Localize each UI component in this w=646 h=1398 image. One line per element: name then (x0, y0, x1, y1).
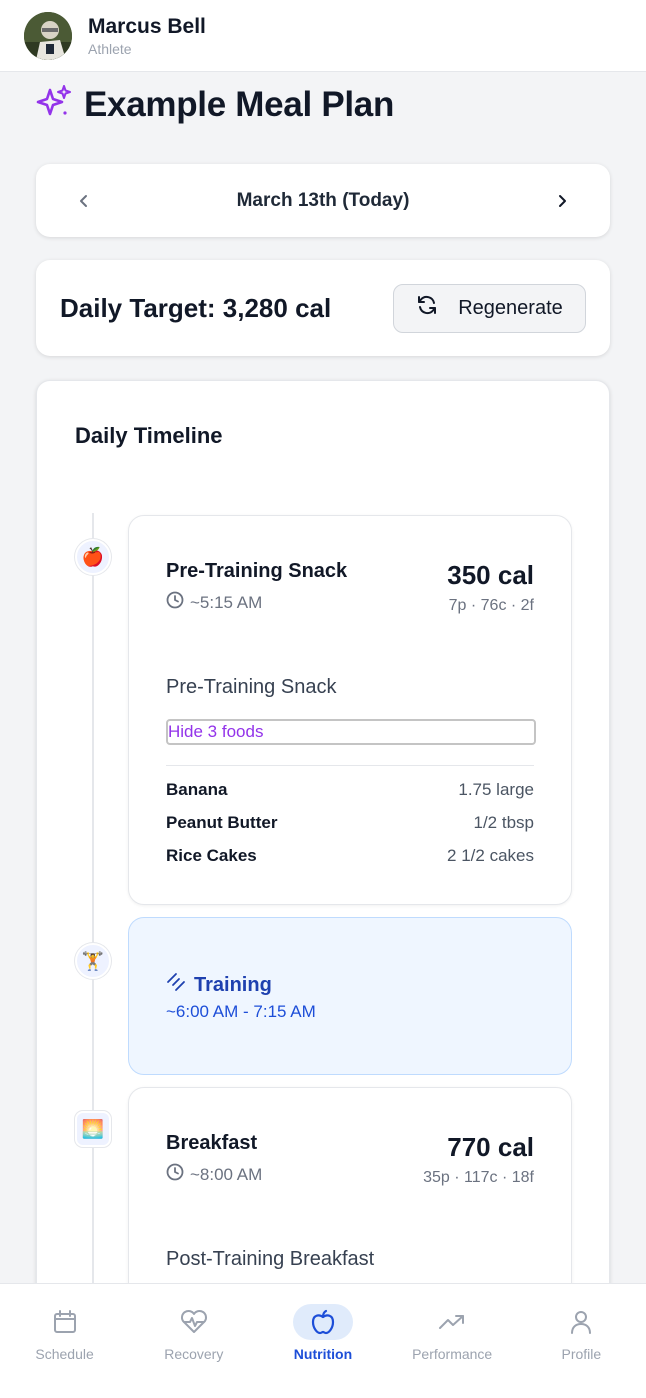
trending-up-icon (422, 1304, 482, 1340)
date-label: March 13th (Today) (236, 189, 410, 211)
nav-label: Nutrition (293, 1346, 353, 1362)
meal-subtitle: Post-Training Breakfast (166, 1248, 375, 1270)
nav-label: Schedule (35, 1346, 94, 1362)
training-card[interactable]: Training ~6:00 AM - 7:15 AM (128, 917, 572, 1075)
sunrise-icon: 🌅 (75, 1111, 111, 1147)
weightlifter-icon: 🏋️ (75, 943, 111, 979)
avatar[interactable] (24, 11, 72, 60)
page-title-row: Example Meal Plan (36, 84, 394, 125)
clock-icon (166, 591, 184, 614)
date-navigator: March 13th (Today) (36, 164, 610, 237)
dumbbell-icon (166, 972, 186, 998)
food-row: Banana 1.75 large (166, 780, 534, 799)
meal-name: Breakfast (166, 1132, 258, 1154)
meal-calories: 770 cal (447, 1132, 534, 1162)
meal-macros: 7p · 76c · 2f (448, 597, 534, 614)
meal-time: ~8:00 AM (166, 1163, 262, 1186)
training-title: Training (166, 972, 272, 998)
regenerate-label: Regenerate (458, 296, 563, 319)
nav-item-profile[interactable]: Profile (526, 1304, 636, 1398)
nav-item-nutrition[interactable]: Nutrition (268, 1304, 378, 1398)
heart-pulse-icon (164, 1304, 224, 1340)
user-role: Athlete (88, 40, 132, 57)
meal-name: Pre-Training Snack (166, 560, 348, 582)
user-name: Marcus Bell (88, 14, 206, 38)
daily-timeline-card: Daily Timeline 🍎 Pre-Training Snack ~5:1… (36, 380, 610, 1398)
nav-item-recovery[interactable]: Recovery (139, 1304, 249, 1398)
meal-subtitle: Pre-Training Snack (166, 676, 337, 698)
apple-icon: 🍎 (75, 539, 111, 575)
divider (166, 765, 534, 766)
clock-icon (166, 1163, 184, 1186)
meal-card-pre-training-snack[interactable]: Pre-Training Snack ~5:15 AM 350 cal 7p ·… (128, 515, 572, 905)
calendar-icon (35, 1304, 95, 1340)
daily-target-label: Daily Target: 3,280 cal (60, 292, 332, 323)
sparkles-icon (36, 84, 72, 125)
nav-item-schedule[interactable]: Schedule (10, 1304, 120, 1398)
meal-time: ~5:15 AM (166, 591, 347, 614)
app-header: Marcus Bell Athlete (0, 0, 646, 72)
chevron-right-icon[interactable] (552, 191, 572, 211)
apple-icon (292, 1304, 353, 1340)
nav-item-performance[interactable]: Performance (397, 1304, 507, 1398)
timeline-title: Daily Timeline (75, 423, 223, 448)
daily-target-card: Daily Target: 3,280 cal Regenerate (36, 260, 610, 356)
chevron-left-icon[interactable] (74, 191, 94, 211)
food-row: Rice Cakes 2 1/2 cakes (166, 846, 534, 865)
hide-foods-button[interactable]: Hide 3 foods (166, 719, 536, 745)
nav-label: Performance (412, 1346, 493, 1362)
user-icon (551, 1304, 611, 1340)
meal-macros: 35p · 117c · 18f (423, 1169, 534, 1186)
regenerate-button[interactable]: Regenerate (393, 283, 586, 333)
nav-label: Profile (561, 1346, 602, 1362)
food-row: Peanut Butter 1/2 tbsp (166, 813, 534, 832)
meal-calories: 350 cal (447, 560, 534, 590)
timeline-line (92, 513, 94, 1293)
training-time: ~6:00 AM - 7:15 AM (166, 1002, 316, 1021)
page-title: Example Meal Plan (84, 84, 395, 124)
bottom-nav: Schedule Recovery Nutrition Performance … (0, 1283, 646, 1398)
refresh-icon (416, 294, 438, 322)
nav-label: Recovery (164, 1346, 224, 1362)
